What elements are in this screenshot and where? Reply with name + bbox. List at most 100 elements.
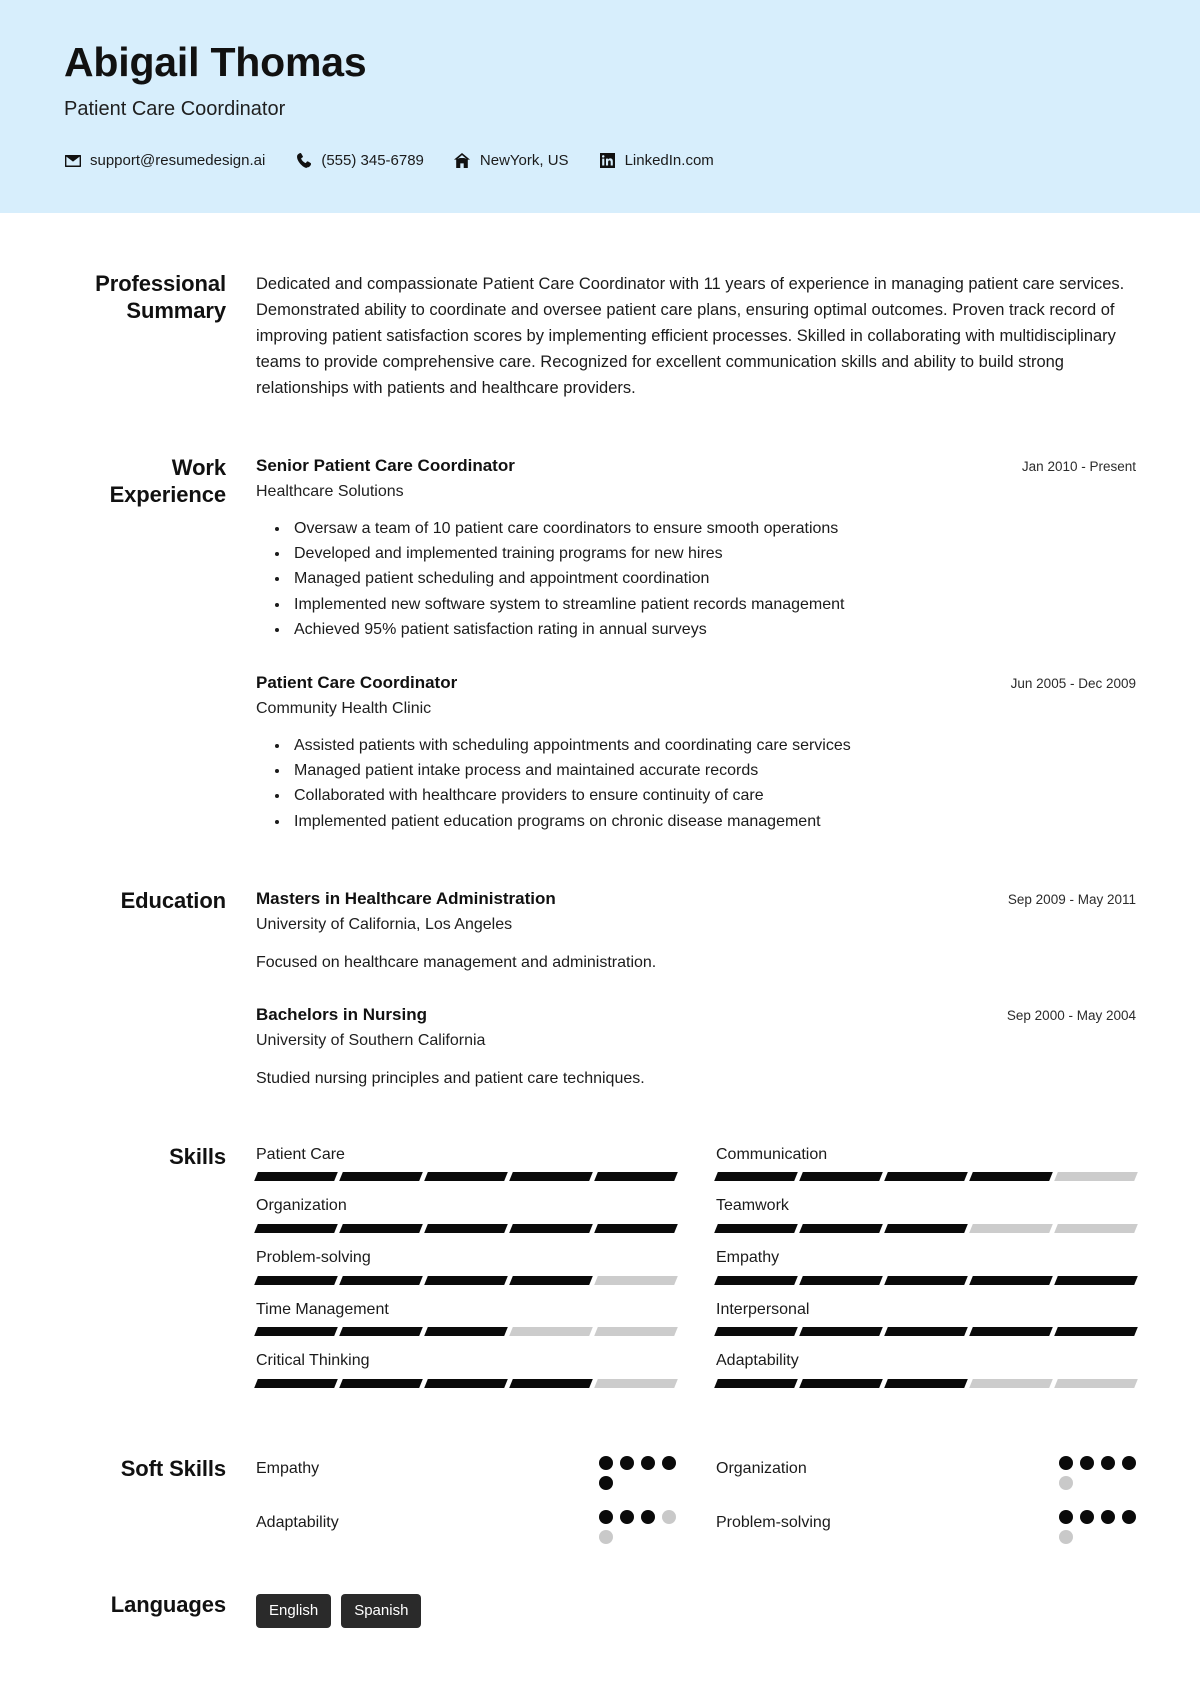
entry-bullet-list: Oversaw a team of 10 patient care coordi… bbox=[256, 516, 1136, 642]
skill-bar-segment bbox=[509, 1172, 593, 1182]
entry-date-range: Sep 2000 - May 2004 bbox=[1006, 1007, 1136, 1023]
contact-item[interactable]: LinkedIn.com bbox=[599, 153, 714, 169]
skill-bar-segment bbox=[254, 1275, 338, 1285]
skill-bar-segment bbox=[1054, 1223, 1138, 1233]
skill-bar-segment bbox=[1054, 1275, 1138, 1285]
skill-bar-segment bbox=[339, 1172, 423, 1182]
skill-item: Adaptability bbox=[714, 1350, 1138, 1402]
section-label-work: Work Experience bbox=[109, 455, 227, 508]
skill-item: Critical Thinking bbox=[254, 1350, 678, 1402]
skill-bar-segment bbox=[424, 1172, 508, 1182]
entry-bullet: Achieved 95% patient satisfaction rating… bbox=[290, 617, 1136, 642]
skill-bar-segment bbox=[799, 1378, 883, 1388]
skill-name: Adaptability bbox=[716, 1352, 799, 1370]
skill-level-bar bbox=[254, 1275, 678, 1285]
entry-organization: University of California, Los Angeles bbox=[256, 916, 513, 934]
contact-item[interactable]: NewYork, US bbox=[454, 153, 569, 169]
rating-dot bbox=[1080, 1455, 1094, 1470]
skill-item: Teamwork bbox=[714, 1195, 1138, 1247]
section-languages: Languages English Spanish bbox=[64, 1544, 1136, 1668]
skill-bar-segment bbox=[969, 1172, 1053, 1182]
rating-dot bbox=[662, 1455, 676, 1470]
skill-item: Empathy bbox=[714, 1247, 1138, 1299]
skill-bar-segment bbox=[254, 1327, 338, 1337]
rating-dot bbox=[1122, 1455, 1136, 1470]
entry-bullet: Assisted patients with scheduling appoin… bbox=[290, 733, 1136, 758]
contact-text: support@resumedesign.ai bbox=[90, 152, 266, 170]
rating-dot bbox=[599, 1529, 613, 1544]
skill-bar-segment bbox=[339, 1378, 423, 1388]
entry-organization: Community Health Clinic bbox=[256, 700, 432, 718]
skill-bar-segment bbox=[594, 1378, 678, 1388]
section-professional-summary: Professional Summary Dedicated and compa… bbox=[64, 213, 1136, 401]
education-body: Masters in Healthcare Administration Sep … bbox=[256, 888, 1136, 1090]
entry-bullet: Developed and implemented training progr… bbox=[290, 541, 1136, 566]
skill-bar-segment bbox=[884, 1327, 968, 1337]
skill-bar-segment bbox=[254, 1378, 338, 1388]
entry-bullet: Managed patient intake process and maint… bbox=[290, 758, 1136, 783]
skill-bar-segment bbox=[509, 1327, 593, 1337]
contact-list: support@resumedesign.ai (555) 345-6789 New… bbox=[64, 153, 1136, 169]
contact-text: (555) 345-6789 bbox=[321, 152, 424, 170]
entry-bullet: Oversaw a team of 10 patient care coordi… bbox=[290, 516, 1136, 541]
language-chip[interactable]: English bbox=[256, 1593, 332, 1628]
skill-bar-segment bbox=[594, 1172, 678, 1182]
skill-bar-segment bbox=[714, 1275, 798, 1285]
rating-dot bbox=[1122, 1509, 1136, 1524]
skill-bar-segment bbox=[339, 1327, 423, 1337]
skill-bar-segment bbox=[594, 1223, 678, 1233]
soft-skill-rating-dots bbox=[599, 1455, 676, 1490]
skill-bar-segment bbox=[1054, 1378, 1138, 1388]
skill-bar-segment bbox=[969, 1223, 1053, 1233]
rating-dot bbox=[641, 1509, 655, 1524]
skill-level-bar bbox=[714, 1223, 1138, 1233]
skill-bar-segment bbox=[969, 1327, 1053, 1337]
rating-dot bbox=[1059, 1455, 1073, 1470]
entry-title: Patient Care Coordinator bbox=[256, 673, 458, 693]
contact-item[interactable]: (555) 345-6789 bbox=[295, 153, 424, 169]
skill-level-bar bbox=[714, 1327, 1138, 1337]
work-entry: Patient Care Coordinator Jun 2005 - Dec 2… bbox=[256, 672, 1136, 834]
entry-bullet: Implemented new software system to strea… bbox=[290, 592, 1136, 617]
skill-level-bar bbox=[254, 1223, 678, 1233]
skill-bar-segment bbox=[799, 1172, 883, 1182]
rating-dot bbox=[599, 1475, 613, 1490]
section-education: Education Masters in Healthcare Administ… bbox=[64, 834, 1136, 1090]
rating-dot bbox=[1101, 1509, 1115, 1524]
entry-description: Studied nursing principles and patient c… bbox=[256, 1069, 645, 1087]
skill-bar-segment bbox=[509, 1223, 593, 1233]
soft-skill-item: Empathy bbox=[256, 1455, 676, 1490]
summary-text: Dedicated and compassionate Patient Care… bbox=[256, 274, 1125, 398]
rating-dot bbox=[1059, 1475, 1073, 1490]
skill-bar-segment bbox=[424, 1327, 508, 1337]
section-label-languages: Languages bbox=[110, 1591, 226, 1617]
skill-bar-segment bbox=[714, 1327, 798, 1337]
entry-header: Masters in Healthcare Administration Sep … bbox=[256, 888, 1136, 910]
entry-bullet: Implemented patient education programs o… bbox=[290, 809, 1136, 834]
home-icon bbox=[454, 153, 471, 169]
language-chip-list: English Spanish bbox=[256, 1592, 1136, 1628]
contact-item[interactable]: support@resumedesign.ai bbox=[64, 153, 265, 169]
skill-bar-segment bbox=[884, 1172, 968, 1182]
rating-dot bbox=[662, 1509, 676, 1524]
skill-item: Communication bbox=[714, 1144, 1138, 1196]
soft-skill-item: Organization bbox=[716, 1455, 1136, 1490]
rating-dot bbox=[620, 1509, 634, 1524]
entry-date-range: Jun 2005 - Dec 2009 bbox=[1010, 676, 1136, 692]
skill-bar-segment bbox=[254, 1172, 338, 1182]
entry-title: Masters in Healthcare Administration bbox=[256, 888, 556, 908]
soft-skill-item: Problem-solving bbox=[716, 1509, 1136, 1544]
skill-level-bar bbox=[714, 1275, 1138, 1285]
skill-bar-segment bbox=[594, 1327, 678, 1337]
entry-title: Senior Patient Care Coordinator bbox=[256, 456, 515, 476]
work-body: Senior Patient Care Coordinator Jan 2010 … bbox=[256, 455, 1136, 834]
soft-skill-rating-dots bbox=[599, 1509, 676, 1544]
skill-bar-segment bbox=[424, 1378, 508, 1388]
skill-item: Organization bbox=[254, 1195, 678, 1247]
skill-bar-segment bbox=[509, 1378, 593, 1388]
soft-skills-body: Empathy Organization Adaptability Problem-s… bbox=[256, 1455, 1136, 1544]
skill-item: Problem-solving bbox=[254, 1247, 678, 1299]
language-chip[interactable]: Spanish bbox=[341, 1593, 422, 1628]
rating-dot bbox=[1059, 1509, 1073, 1524]
skill-bar-segment bbox=[594, 1275, 678, 1285]
